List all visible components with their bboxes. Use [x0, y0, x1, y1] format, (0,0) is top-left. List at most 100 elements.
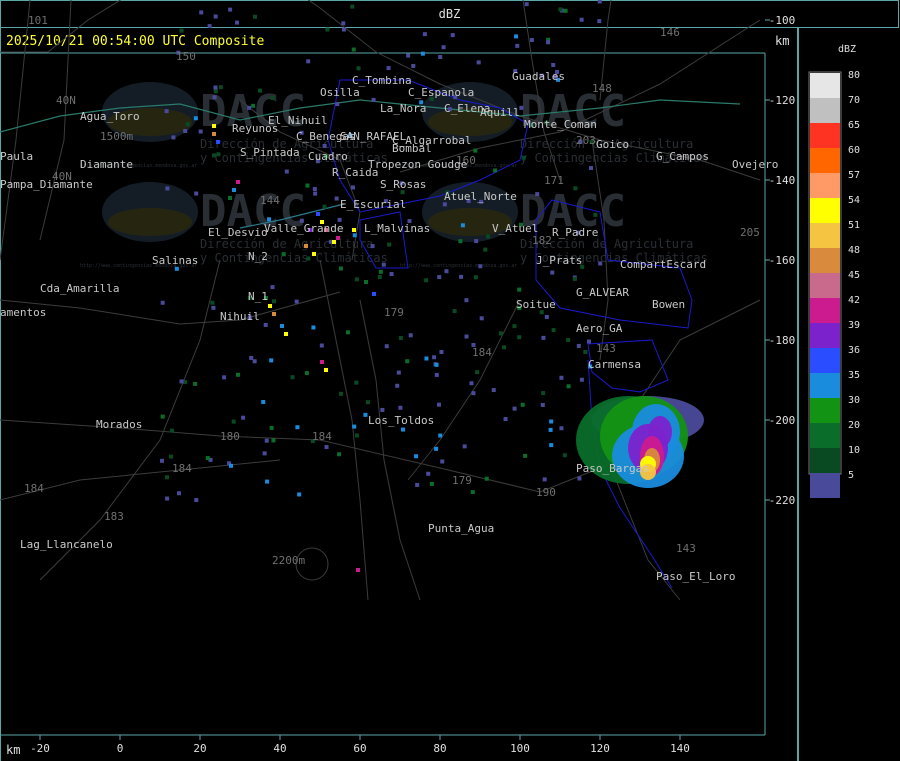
place-label: Agua_Toro: [80, 110, 140, 123]
echo-cell: [479, 316, 484, 321]
echo-cell: [272, 312, 276, 316]
legend-swatch: [810, 73, 840, 98]
echo-cell: [441, 45, 446, 50]
echo-cell: [294, 299, 299, 304]
echo-cell: [352, 424, 357, 429]
echo-cell: [540, 402, 545, 407]
legend-swatch: [810, 398, 840, 423]
echo-cell: [295, 425, 300, 430]
echo-cell: [261, 399, 266, 404]
echo-cell: [573, 186, 578, 191]
echo-cell: [512, 406, 517, 411]
road-line: [407, 299, 521, 481]
echo-cell: [544, 314, 549, 319]
echo-cell: [562, 453, 567, 458]
echo-cell: [521, 155, 526, 160]
echo-cell: [548, 427, 553, 432]
echo-cell: [271, 438, 276, 443]
echo-cell: [313, 191, 318, 196]
echo-cell: [164, 475, 169, 480]
route-label: 182: [532, 234, 552, 247]
place-label: Valle_Grande: [264, 222, 343, 235]
echo-cell: [439, 349, 444, 354]
echo-cell: [414, 454, 419, 459]
legend-label: 5: [848, 470, 854, 481]
x-tick-label: 80: [433, 742, 446, 755]
echo-cell: [213, 14, 218, 19]
echo-cell: [493, 168, 498, 173]
echo-cell: [258, 88, 263, 93]
place-label: Paso_El_Loro: [656, 570, 735, 583]
echo-cell: [269, 358, 274, 363]
route-label: 205: [740, 226, 760, 239]
echo-cell: [415, 482, 420, 487]
echo-cell: [460, 223, 465, 228]
echo-cell: [517, 335, 522, 340]
echo-cell: [550, 270, 555, 275]
place-label: Aquill: [480, 106, 520, 119]
legend-swatch: [810, 298, 840, 323]
y-tick-label: -120: [769, 94, 796, 107]
echo-cell: [165, 186, 170, 191]
echo-cell: [470, 490, 475, 495]
echo-cell: [434, 372, 439, 377]
place-label: N_1: [248, 290, 268, 303]
route-label: 184: [24, 482, 44, 495]
echo-cell: [498, 331, 503, 336]
place-label: G_Campos: [656, 150, 709, 163]
echo-cell: [207, 24, 212, 29]
place-label: J_Prats: [536, 254, 582, 267]
echo-cell: [306, 256, 311, 261]
echo-cell: [426, 471, 431, 476]
echo-cell: [551, 62, 556, 67]
echo-cell: [229, 463, 234, 468]
y-tick-label: -160: [769, 254, 796, 267]
echo-cell: [179, 379, 184, 384]
echo-cell: [471, 391, 476, 396]
echo-cell: [335, 102, 340, 107]
echo-cell: [212, 132, 216, 136]
echo-cell: [444, 269, 449, 274]
echo-cell: [305, 183, 310, 188]
echo-cell: [193, 116, 198, 121]
echo-cell: [434, 446, 439, 451]
place-label: amentos: [0, 306, 46, 319]
echo-cell: [169, 454, 174, 459]
place-label: Bombal: [392, 142, 432, 155]
echo-cell: [341, 27, 346, 32]
echo-cell: [183, 380, 188, 385]
legend-swatch: [810, 98, 840, 123]
x-tick-label: 140: [670, 742, 690, 755]
echo-cell: [512, 324, 517, 329]
echo-cell: [212, 153, 217, 158]
route-label: 40N: [56, 94, 76, 107]
echo-cell: [424, 356, 429, 361]
route-label: 148: [592, 82, 612, 95]
route-label: 146: [660, 26, 680, 39]
legend-label: 60: [848, 145, 860, 156]
legend-label: 39: [848, 320, 860, 331]
echo-cell: [210, 300, 215, 305]
x-tick-label: 60: [353, 742, 366, 755]
echo-cell: [371, 97, 376, 102]
echo-cell: [322, 143, 327, 148]
echo-cell: [438, 433, 443, 438]
echo-cell: [597, 19, 602, 24]
echo-cell: [372, 292, 376, 296]
echo-cell: [306, 59, 311, 64]
echo-cell: [583, 349, 588, 354]
legend-swatch: [810, 348, 840, 373]
x-tick-label: 0: [117, 742, 124, 755]
echo-cell: [352, 233, 357, 238]
radar-map[interactable]: DACCDirección de Agriculturay Contingenc…: [0, 0, 900, 761]
echo-cell: [324, 368, 328, 372]
route-label: 101: [28, 14, 48, 27]
y-tick-label: -180: [769, 334, 796, 347]
place-label: Guadales: [512, 70, 565, 83]
echo-cell: [589, 166, 594, 171]
route-label: 203: [576, 134, 596, 147]
place-label: Pampa_Diamante: [0, 178, 93, 191]
echo-cell: [593, 212, 598, 217]
legend-swatch: [810, 423, 840, 448]
echo-cell: [464, 298, 469, 303]
